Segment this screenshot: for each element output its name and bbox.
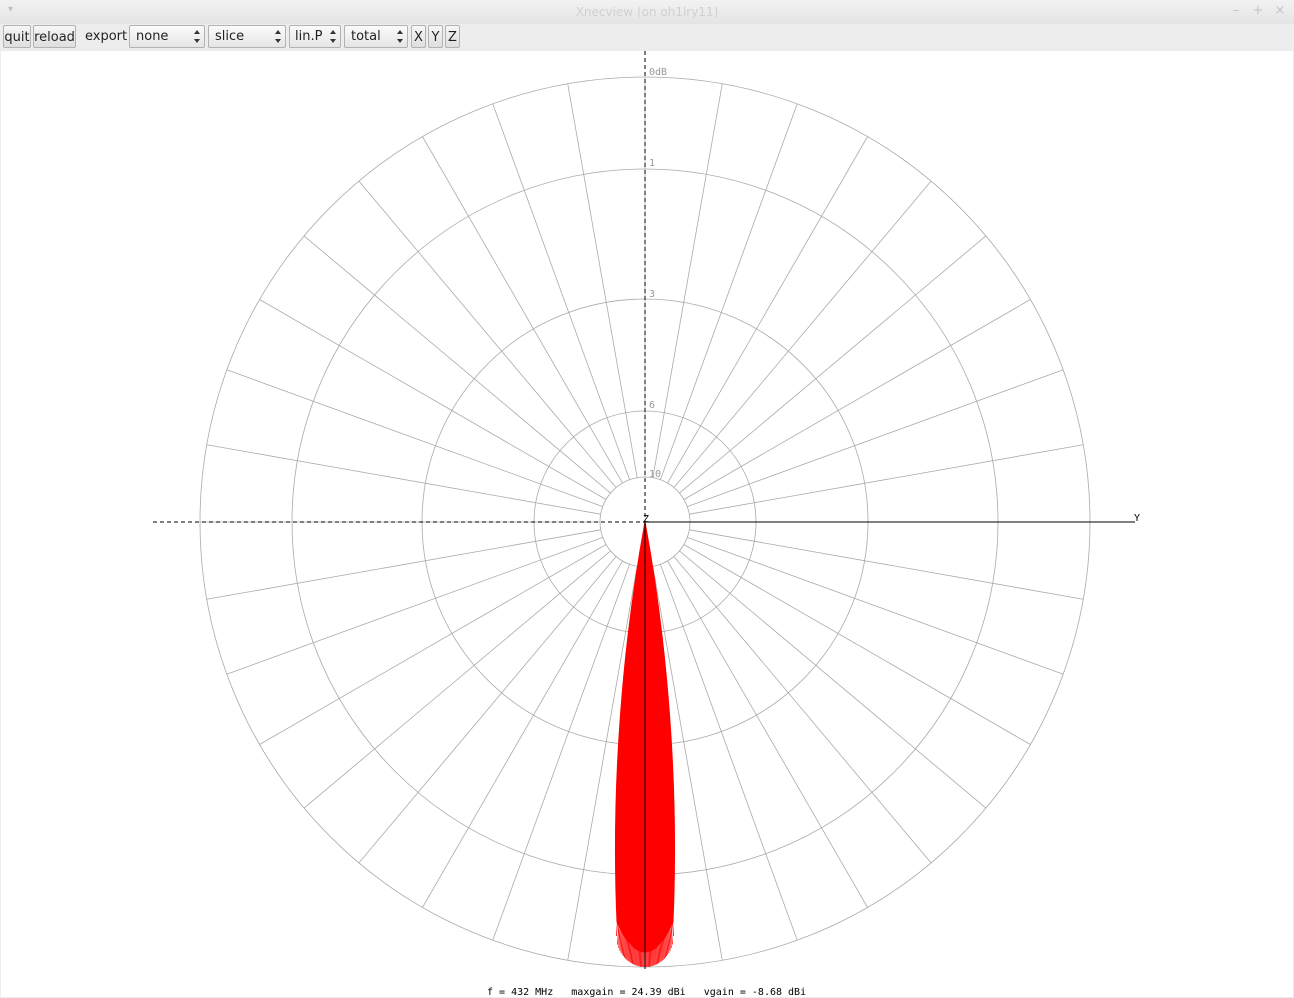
minimize-icon[interactable]: – — [1228, 3, 1244, 19]
grid-spoke — [422, 136, 623, 484]
window-title: Xnecview (on oh1lry11) — [575, 5, 719, 19]
grid-spoke — [689, 529, 1084, 600]
grid-spoke — [679, 235, 987, 494]
spin-arrows-icon — [395, 28, 405, 45]
grid-spoke — [660, 103, 798, 480]
grid-spoke — [567, 83, 638, 478]
z-axis-label: Z — [643, 514, 649, 525]
polar-plot: 0dB 1 3 6 10 Y Z f = 432 MHz maxgain = 24.39… — [153, 51, 1140, 997]
polarization-select[interactable]: total — [344, 25, 408, 48]
status-line: f = 432 MHz maxgain = 24.39 dBi vgain = … — [487, 987, 806, 997]
title-bar[interactable]: ▾ Xnecview (on oh1lry11) – + × — [0, 0, 1294, 24]
grid-spoke — [303, 235, 611, 494]
view-mode-value: slice — [215, 29, 245, 44]
toolbar: quit reload export none slice lin.P tota… — [0, 24, 1294, 51]
grid-spoke — [687, 537, 1064, 675]
export-format-select[interactable]: none — [129, 25, 205, 48]
grid-spoke — [683, 544, 1031, 745]
grid-spoke — [689, 444, 1084, 515]
scale-label: 0dB — [649, 67, 667, 78]
scale-labels: 0dB 1 3 6 10 — [649, 67, 667, 480]
grid-spoke — [492, 103, 630, 480]
y-axis-label: Y — [1134, 513, 1140, 524]
grid-spoke — [259, 299, 607, 500]
polarization-value: total — [351, 29, 381, 44]
grid-spoke — [683, 299, 1031, 500]
spin-arrows-icon — [192, 28, 202, 45]
grid-spoke — [673, 180, 932, 488]
grid-spoke — [358, 556, 617, 864]
grid-spoke — [206, 444, 601, 515]
xnecview-window: ▾ Xnecview (on oh1lry11) – + × quit relo… — [0, 0, 1294, 998]
spin-arrows-icon — [328, 28, 338, 45]
reload-button[interactable]: reload — [33, 25, 76, 48]
view-y-button[interactable]: Y — [428, 25, 443, 48]
spin-arrows-icon — [273, 28, 283, 45]
scale-value: lin.P — [295, 29, 323, 44]
scale-label: 10 — [649, 469, 661, 480]
scale-label: 1 — [649, 158, 655, 169]
grid-spoke — [259, 544, 607, 745]
scale-label: 6 — [649, 400, 655, 411]
export-label: export — [85, 29, 128, 44]
grid-spoke — [652, 83, 723, 478]
grid-spoke — [673, 556, 932, 864]
grid-spoke — [660, 564, 798, 941]
scale-label: 3 — [649, 289, 655, 300]
view-mode-select[interactable]: slice — [208, 25, 286, 48]
view-z-button[interactable]: Z — [445, 25, 460, 48]
grid-spoke — [492, 564, 630, 941]
grid-spoke — [667, 560, 868, 908]
grid-spoke — [226, 369, 603, 507]
export-format-value: none — [136, 29, 169, 44]
grid-spoke — [679, 550, 987, 809]
grid-spoke — [687, 369, 1064, 507]
grid-spoke — [358, 180, 617, 488]
grid-spoke — [422, 560, 623, 908]
grid-spoke — [206, 529, 601, 600]
scale-select[interactable]: lin.P — [289, 25, 341, 48]
maximize-icon[interactable]: + — [1250, 3, 1266, 19]
grid-spoke — [226, 537, 603, 675]
close-icon[interactable]: × — [1272, 3, 1288, 19]
grid-spoke — [303, 550, 611, 809]
grid-spoke — [667, 136, 868, 484]
view-x-button[interactable]: X — [411, 25, 426, 48]
quit-button[interactable]: quit — [3, 25, 31, 48]
radiation-pattern-canvas[interactable]: 0dB 1 3 6 10 Y Z f = 432 MHz maxgain = 24.39… — [1, 51, 1293, 997]
